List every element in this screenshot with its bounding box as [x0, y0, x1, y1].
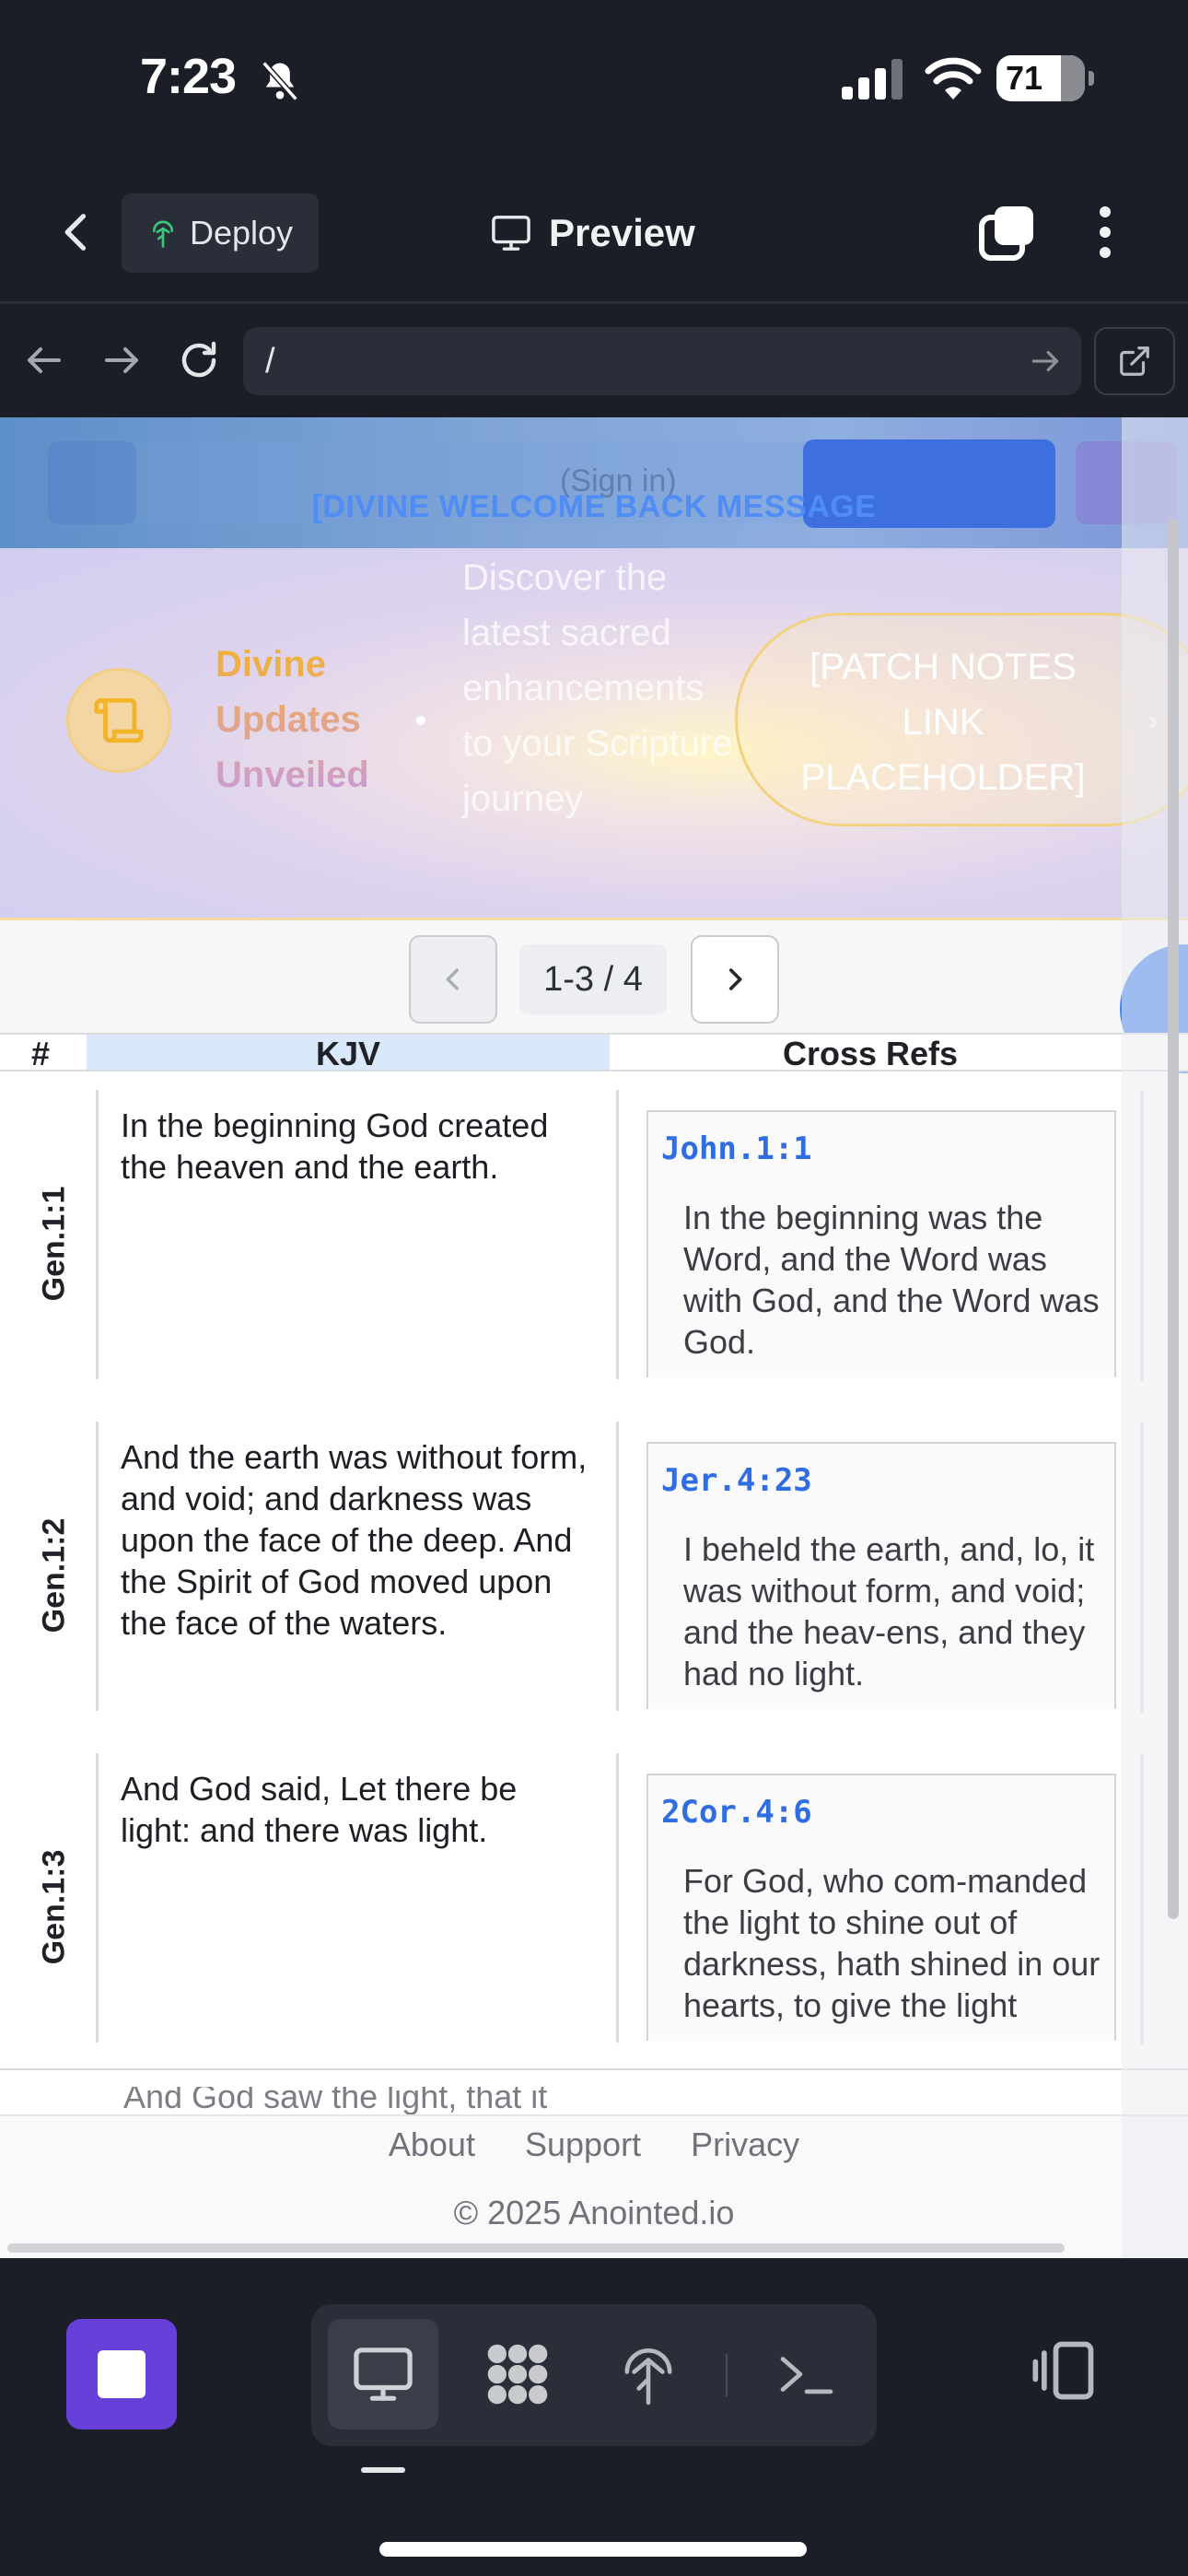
tree-icon [624, 2348, 672, 2406]
table-row: Gen.1:1 In the beginning God created the… [0, 1073, 1188, 1407]
cross-ref-text: In the beginning was the Word, and the W… [683, 1199, 1100, 1361]
monitor-icon [354, 2348, 413, 2401]
battery-empty-portion [1061, 55, 1085, 101]
status-time: 7:23 [140, 49, 237, 104]
vertical-scrollbar[interactable] [1168, 519, 1179, 1919]
toolbar-separator [726, 2354, 728, 2396]
nav-back-arrow-icon[interactable] [22, 338, 66, 382]
grid-blob-icon [487, 2344, 548, 2405]
table-row: Gen.1:2 And the earth was without form, … [0, 1405, 1188, 1739]
banner-separator-dot [416, 716, 425, 725]
back-icon[interactable] [53, 208, 101, 256]
banner-title: Divine Updates Unveiled [215, 637, 400, 802]
scroll-badge [66, 668, 171, 773]
nav-forward-arrow-icon[interactable] [99, 338, 144, 382]
footer-link-about[interactable]: About [389, 2125, 475, 2163]
cross-ref-card[interactable]: John.1:1 In the beginning was the Word, … [646, 1110, 1116, 1377]
home-indicator[interactable] [379, 2542, 807, 2557]
shell-view-button[interactable] [751, 2319, 862, 2430]
patch-notes-label: [PATCH NOTES LINK PLACEHOLDER] [800, 647, 1086, 798]
column-header-number: # [31, 1035, 51, 1072]
next-page-button[interactable] [691, 935, 779, 1024]
cross-ref-card[interactable]: 2Cor.4:6 For God, who com-manded the lig… [646, 1774, 1116, 2041]
reload-icon[interactable] [177, 338, 221, 382]
url-text: / [265, 341, 275, 381]
footer-link-support[interactable]: Support [525, 2125, 641, 2163]
cross-ref-code[interactable]: John.1:1 [661, 1130, 812, 1167]
external-link-icon [1120, 346, 1149, 376]
web-viewport: (Sign in) [DIVINE WELCOME BACK MESSAGE D… [0, 417, 1188, 2258]
cross-ref-code[interactable]: Jer.4:23 [661, 1462, 812, 1499]
tree-icon [152, 220, 174, 248]
wifi-icon [925, 57, 982, 100]
cross-ref-code[interactable]: 2Cor.4:6 [661, 1794, 812, 1831]
footer-link-privacy[interactable]: Privacy [691, 2125, 799, 2163]
preview-view-button[interactable] [328, 2319, 438, 2430]
site-navbar: (Sign in) [DIVINE WELCOME BACK MESSAGE [0, 417, 1188, 548]
battery-indicator: 71 [996, 55, 1094, 101]
open-external-button[interactable] [1094, 327, 1175, 395]
page-range: 1-3 / 4 [519, 944, 667, 1014]
agents-view-button[interactable] [462, 2319, 573, 2430]
cell-signal-icon [842, 59, 903, 100]
verse-ref: Gen.1:2 [31, 1506, 77, 1645]
pagination: 1-3 / 4 [0, 920, 1188, 1073]
preview-title[interactable]: Preview [490, 199, 695, 267]
view-switcher [311, 2304, 877, 2446]
banner-description: Discover the latest sacred enhancements … [462, 557, 733, 819]
table-header: # KJV Cross Refs [0, 1033, 1188, 1073]
battery-level: 71 [1006, 59, 1043, 97]
deploy-label: Deploy [190, 214, 294, 252]
stop-square-icon [98, 2350, 146, 2398]
status-bar: 7:23 71 [0, 0, 1188, 166]
monitor-icon [492, 216, 530, 251]
cross-ref-text: I beheld the earth, and, lo, it was with… [683, 1530, 1095, 1692]
scroll-icon [94, 697, 144, 744]
site-footer: About Support Privacy © 2025 Anointed.io [0, 2114, 1188, 2258]
verse-ref-label: Gen.1:3 [36, 1849, 72, 1965]
verse-ref-label: Gen.1:2 [36, 1517, 72, 1633]
more-vertical-icon[interactable] [1087, 203, 1124, 262]
deploy-button[interactable]: Deploy [122, 193, 319, 273]
chevron-left-icon [446, 968, 459, 990]
column-header-kjv[interactable]: KJV [87, 1035, 610, 1072]
stop-button[interactable] [66, 2319, 177, 2430]
verse-ref: Gen.1:3 [31, 1838, 77, 1976]
cross-ref-card[interactable]: Jer.4:23 I beheld the earth, and, lo, it… [646, 1442, 1116, 1709]
cross-ref-text: For God, who com-manded the light to shi… [683, 1862, 1101, 2024]
kjv-text: In the beginning God created the heaven … [96, 1090, 619, 1379]
prev-page-button[interactable] [409, 935, 497, 1024]
welcome-message: [DIVINE WELCOME BACK MESSAGE [311, 489, 877, 524]
preview-label: Preview [549, 211, 695, 254]
column-header-cross-refs[interactable]: Cross Refs [610, 1035, 1131, 1073]
browser-bar: / [0, 307, 1188, 417]
silent-bell-icon [262, 61, 298, 101]
app-header: Deploy Preview [0, 166, 1188, 304]
kjv-text: And the earth was without form, and void… [96, 1422, 619, 1711]
kjv-text: And God said, Let there be light: and th… [96, 1753, 619, 2043]
kjv-text-partial: And God saw the light, that it [123, 2087, 548, 2115]
url-field[interactable]: / [243, 327, 1081, 395]
updates-banner: Divine Updates Unveiled Discover the lat… [0, 548, 1188, 920]
sidebar-toggle-icon[interactable] [1030, 2336, 1100, 2406]
horizontal-scrollbar[interactable] [7, 2243, 1065, 2253]
verse-ref: Gen.1:1 [31, 1175, 77, 1313]
battery-cap [1089, 71, 1094, 86]
chevron-right-icon [728, 968, 742, 990]
verse-ref-label: Gen.1:1 [36, 1186, 72, 1302]
deploy-view-button[interactable] [593, 2319, 704, 2430]
go-arrow-icon[interactable] [1028, 344, 1063, 379]
tabs-icon[interactable] [978, 203, 1037, 262]
terminal-icon [780, 2357, 833, 2395]
bottom-toolbar [0, 2258, 1188, 2576]
active-view-indicator [361, 2467, 405, 2473]
patch-notes-link[interactable]: [PATCH NOTES LINK PLACEHOLDER] › [735, 613, 1188, 826]
footer-links: About Support Privacy [0, 2125, 1188, 2164]
copyright: © 2025 Anointed.io [453, 2194, 735, 2231]
table-row: Gen.1:3 And God said, Let there be light… [0, 1737, 1188, 2070]
